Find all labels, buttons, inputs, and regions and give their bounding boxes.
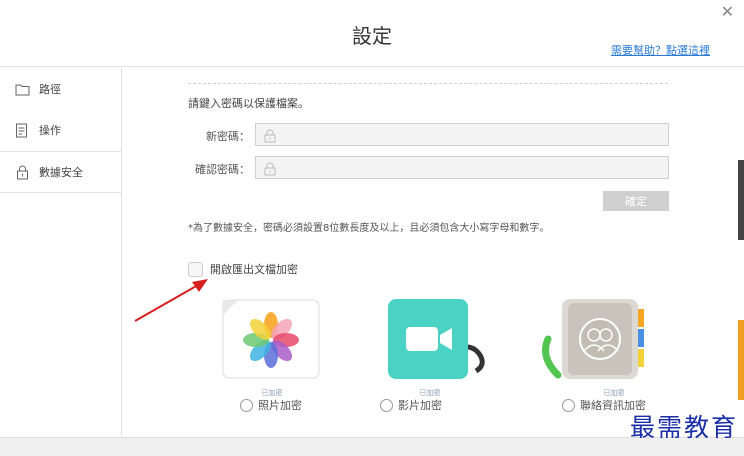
sidebar-item-label: 操作: [39, 124, 61, 137]
sidebar: 路徑 操作 數據安全: [0, 67, 122, 193]
background-window-accent: [738, 320, 744, 400]
password-requirement-note: *為了數據安全，密碼必須設置8位數長度及以上，且必須包含大小寫字母和數字。: [188, 223, 550, 234]
title-bar: 設定 ✕ 需要幫助？點選這裡: [0, 0, 744, 67]
lock-icon: [264, 128, 276, 147]
photo-encrypt-radio[interactable]: [240, 398, 253, 412]
document-icon: [14, 122, 30, 138]
contacts-app-icon: [542, 299, 644, 379]
annotation-arrow-icon: [134, 279, 208, 322]
confirm-password-label: 確認密碼：: [195, 163, 250, 176]
new-password-label: 新密碼：: [206, 130, 250, 143]
video-encrypt-option[interactable]: 已加密 影片加密: [380, 299, 488, 412]
settings-window: 設定 ✕ 需要幫助？點選這裡 路徑 操作 數據安全 請鍵入密碼以保護檔案。 新密…: [0, 0, 744, 456]
sidebar-item-path[interactable]: 路徑: [0, 69, 122, 109]
close-icon[interactable]: ✕: [721, 2, 734, 21]
lock-icon: [264, 161, 276, 180]
confirm-password-field[interactable]: [255, 156, 669, 179]
new-password-input[interactable]: [286, 126, 656, 143]
photo-encrypt-label: 照片加密: [258, 399, 302, 412]
video-encrypt-radio-row[interactable]: 影片加密: [380, 397, 500, 413]
background-window-edge: [738, 160, 744, 240]
photo-encrypt-radio-row[interactable]: 照片加密: [240, 397, 360, 413]
watermark: 最需教育: [629, 413, 738, 442]
sidebar-item-label: 數據安全: [39, 166, 83, 179]
sidebar-item-operation[interactable]: 操作: [0, 110, 122, 150]
lock-icon: [14, 164, 30, 180]
security-panel: 請鍵入密碼以保護檔案。 新密碼： 確認密碼： 確定 *為了數據安全，密碼必須設置…: [122, 67, 732, 437]
photo-encrypt-option[interactable]: 已加密 照片加密: [222, 299, 322, 412]
confirm-password-input[interactable]: [286, 159, 656, 176]
confirm-button[interactable]: 確定: [603, 191, 669, 211]
sidebar-item-label: 路徑: [39, 83, 61, 96]
new-password-field[interactable]: [255, 123, 669, 146]
help-link[interactable]: 需要幫助？點選這裡: [611, 42, 710, 58]
password-prompt: 請鍵入密碼以保護檔案。: [188, 97, 309, 110]
facetime-app-icon: [388, 299, 485, 379]
video-encrypt-label: 影片加密: [398, 399, 442, 412]
photos-app-icon: [222, 299, 320, 379]
section-divider: [188, 83, 668, 84]
video-encrypt-radio[interactable]: [380, 398, 393, 412]
export-encrypt-label: 開啟匯出文檔加密: [210, 263, 298, 276]
contacts-encrypt-radio[interactable]: [562, 398, 575, 412]
contacts-encrypt-option[interactable]: 已加密 聯絡資訊加密: [542, 299, 646, 412]
sidebar-empty-area: [0, 193, 122, 437]
sidebar-item-data-security[interactable]: 數據安全: [0, 152, 122, 192]
folder-icon: [14, 81, 30, 97]
